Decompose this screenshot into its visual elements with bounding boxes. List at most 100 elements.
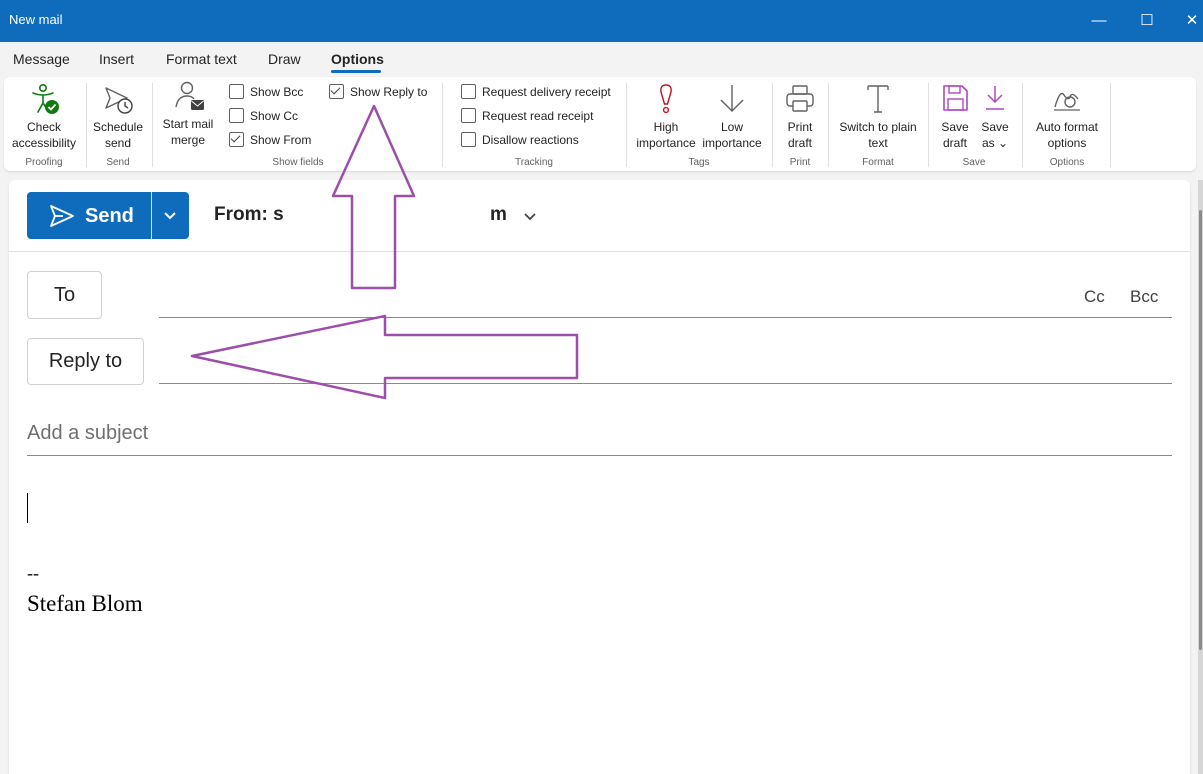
group-label-options: Options: [1049, 157, 1085, 168]
high-importance-label-2: importance: [636, 136, 696, 150]
mail-merge-icon: [175, 81, 204, 110]
high-importance-label-1: High: [653, 120, 679, 134]
ribbon-separator: [442, 83, 443, 167]
low-importance-label-2: importance: [702, 136, 762, 150]
header-divider: [9, 251, 1190, 252]
text-format-icon: [867, 85, 889, 113]
send-icon: [50, 205, 74, 227]
ribbon-separator: [152, 83, 153, 167]
save-draft-button[interactable]: Save draft: [934, 81, 976, 153]
checkbox-box-checked: [229, 132, 244, 147]
switch-to-plain-text-button[interactable]: Switch to plain text: [832, 81, 924, 153]
to-input[interactable]: [159, 317, 1172, 318]
show-reply-to-label: Show Reply to: [350, 85, 428, 99]
window-title: New mail: [9, 12, 63, 27]
auto-format-options-button[interactable]: Auto format options: [1028, 81, 1106, 153]
tab-draw[interactable]: Draw: [268, 51, 301, 67]
group-label-format: Format: [862, 157, 894, 168]
group-label-send: Send: [106, 157, 130, 168]
save-as-button[interactable]: Save as ⌄: [976, 81, 1014, 153]
disallow-reactions-checkbox[interactable]: Disallow reactions: [461, 132, 579, 147]
save-icon: [943, 85, 968, 111]
checkbox-box-checked: [329, 84, 344, 99]
subject-input[interactable]: Add a subject: [27, 422, 148, 445]
tab-insert[interactable]: Insert: [99, 51, 134, 67]
checkbox-box: [461, 132, 476, 147]
scrollbar[interactable]: [1198, 180, 1203, 774]
schedule-send-button[interactable]: Schedule send: [88, 81, 148, 153]
start-mail-merge-button[interactable]: Start mail merge: [156, 81, 220, 153]
request-delivery-receipt-label: Request delivery receipt: [482, 85, 611, 99]
from-chevron-down-icon[interactable]: [523, 211, 537, 223]
arrow-down-icon: [720, 85, 744, 112]
check-accessibility-button[interactable]: Check accessibility: [6, 81, 82, 153]
checkbox-box: [229, 84, 244, 99]
maximize-button[interactable]: ☐: [1133, 8, 1161, 34]
group-label-print: Print: [789, 157, 811, 168]
auto-format-label-2: options: [1047, 136, 1087, 150]
reply-to-button[interactable]: Reply to: [27, 338, 144, 385]
ribbon-separator: [1022, 83, 1023, 167]
send-divider: [151, 192, 152, 239]
tab-message[interactable]: Message: [13, 51, 70, 67]
save-as-label-2: as ⌄: [981, 136, 1009, 150]
schedule-send-icon: [105, 87, 133, 114]
print-draft-label-2: draft: [787, 136, 812, 150]
close-button[interactable]: ✕: [1178, 8, 1203, 34]
schedule-send-label-2: send: [104, 136, 132, 150]
plain-text-label-2: text: [868, 136, 888, 150]
ribbon-separator: [928, 83, 929, 167]
minimize-button[interactable]: —: [1085, 8, 1113, 34]
print-draft-button[interactable]: Print draft: [776, 81, 824, 153]
ribbon-separator: [86, 83, 87, 167]
show-cc-checkbox[interactable]: Show Cc: [229, 108, 298, 123]
request-delivery-receipt-checkbox[interactable]: Request delivery receipt: [461, 84, 611, 99]
from-field[interactable]: From: s: [214, 204, 284, 226]
checkbox-box: [461, 84, 476, 99]
mail-merge-label-1: Start mail: [162, 117, 214, 131]
signature-dashes: --: [27, 563, 39, 583]
low-importance-button[interactable]: Low importance: [696, 81, 768, 153]
group-label-proofing: Proofing: [25, 157, 63, 168]
to-button[interactable]: To: [27, 271, 102, 319]
mail-merge-label-2: merge: [170, 133, 205, 147]
group-label-tracking: Tracking: [515, 157, 553, 168]
check-accessibility-label-2: accessibility: [11, 136, 77, 150]
from-suffix: m: [490, 204, 507, 225]
group-label-tags: Tags: [688, 157, 710, 168]
bcc-button[interactable]: Bcc: [1130, 287, 1158, 307]
text-cursor: [27, 493, 28, 523]
show-bcc-checkbox[interactable]: Show Bcc: [229, 84, 303, 99]
high-importance-button[interactable]: High importance: [630, 81, 702, 153]
tab-format-text[interactable]: Format text: [166, 51, 237, 67]
disallow-reactions-label: Disallow reactions: [482, 133, 579, 147]
send-button[interactable]: Send: [27, 192, 189, 239]
print-draft-label-1: Print: [787, 120, 813, 134]
title-bar: New mail — ☐ ✕: [0, 0, 1203, 42]
save-draft-label-2: draft: [942, 136, 967, 150]
send-label: Send: [85, 205, 134, 227]
compose-pane: Send From: s m To Cc Bcc Reply to Add a …: [9, 180, 1190, 774]
subject-underline: [27, 455, 1172, 456]
auto-format-label-1: Auto format: [1035, 120, 1099, 134]
cc-button[interactable]: Cc: [1084, 287, 1105, 307]
ribbon-separator: [772, 83, 773, 167]
group-label-show-fields: Show fields: [272, 157, 324, 168]
tab-options[interactable]: Options: [331, 51, 384, 67]
show-cc-label: Show Cc: [250, 109, 299, 123]
active-tab-indicator: [331, 70, 381, 73]
exclamation-icon: [660, 84, 672, 114]
check-accessibility-label-1: Check: [26, 120, 61, 134]
scrollbar-thumb[interactable]: [1199, 210, 1202, 650]
group-label-save: Save: [962, 157, 986, 168]
ribbon-tabs: Message Insert Format text Draw Options: [0, 42, 1203, 76]
show-reply-to-checkbox[interactable]: Show Reply to: [329, 84, 427, 99]
ribbon: Check accessibility Proofing Schedule se…: [4, 77, 1196, 171]
low-importance-label-1: Low: [720, 120, 743, 134]
request-read-receipt-checkbox[interactable]: Request read receipt: [461, 108, 593, 123]
save-as-label-1: Save: [981, 120, 1009, 134]
show-from-checkbox[interactable]: Show From: [229, 132, 311, 147]
reply-to-input[interactable]: [159, 383, 1172, 384]
chevron-down-icon[interactable]: [163, 210, 177, 222]
from-prefix: From: s: [214, 204, 284, 225]
